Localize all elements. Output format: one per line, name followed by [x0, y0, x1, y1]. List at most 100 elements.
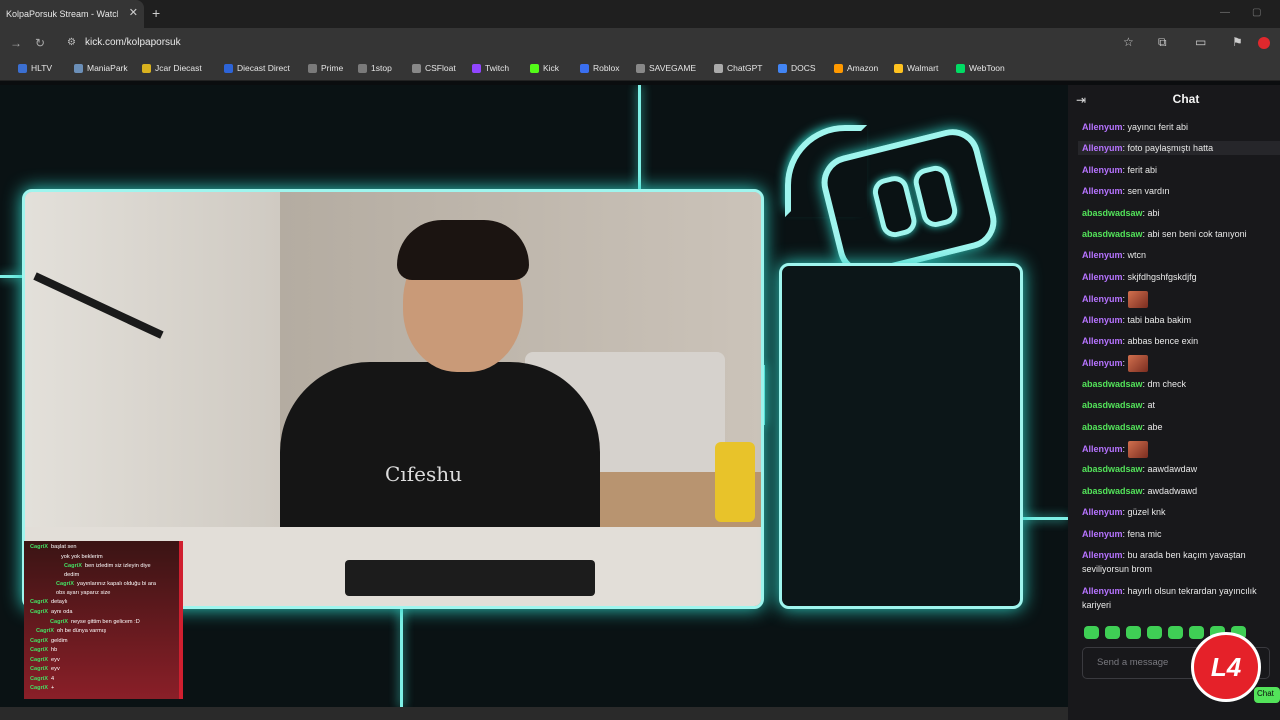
bookmark-webtoon[interactable]: WebToon: [956, 63, 1005, 73]
chat-username[interactable]: Allenyum: [1082, 586, 1123, 596]
chat-username[interactable]: Allenyum: [1082, 550, 1123, 560]
new-tab-icon[interactable]: +: [152, 5, 160, 21]
neon-line: [638, 85, 641, 189]
chat-message[interactable]: abasdwadsaw: abi sen beni cok tanıyoni: [1082, 227, 1272, 241]
chat-message[interactable]: Allenyum: yayıncı ferit abi: [1082, 120, 1272, 134]
chat-username[interactable]: abasdwadsaw: [1082, 400, 1143, 410]
overlay-chat-line: yok yok beklerim: [58, 553, 103, 562]
player-bottom-strip: [0, 707, 1068, 720]
chat-header: ⇥ Chat: [1068, 85, 1280, 113]
chat-message[interactable]: abasdwadsaw: abe: [1082, 420, 1272, 434]
bookmark-jcar-diecast[interactable]: Jcar Diecast: [142, 63, 202, 73]
chat-message[interactable]: Allenyum: skjfdhgshfgskdjfg: [1082, 270, 1272, 284]
chat-username[interactable]: Allenyum: [1082, 315, 1123, 325]
bookmark-amazon[interactable]: Amazon: [834, 63, 878, 73]
chat-message[interactable]: abasdwadsaw: at: [1082, 398, 1272, 412]
chat-username[interactable]: abasdwadsaw: [1082, 229, 1143, 239]
emote-icon[interactable]: [1189, 626, 1204, 639]
bookmark-walmart[interactable]: Walmart: [894, 63, 938, 73]
tab-close-icon[interactable]: ✕: [129, 6, 138, 19]
chat-username[interactable]: Allenyum: [1082, 186, 1123, 196]
chat-message[interactable]: Allenyum:: [1082, 441, 1272, 458]
chat-message[interactable]: Allenyum:: [1082, 355, 1272, 373]
bookmark-roblox[interactable]: Roblox: [580, 63, 619, 73]
chat-username[interactable]: Allenyum: [1082, 294, 1123, 304]
chat-message[interactable]: Allenyum: wtcn: [1082, 248, 1272, 262]
emote-image: [1127, 291, 1148, 309]
chat-message[interactable]: Allenyum: bu arada ben kaçım yavaştan se…: [1082, 548, 1272, 576]
chat-text: güzel knk: [1127, 507, 1166, 518]
emote-icon[interactable]: [1147, 626, 1162, 639]
extensions-icon[interactable]: ⧉: [1158, 35, 1167, 50]
chat-username[interactable]: Allenyum: [1082, 272, 1123, 282]
chat-username[interactable]: abasdwadsaw: [1082, 486, 1143, 496]
bookmark-label: HLTV: [31, 63, 53, 73]
chat-username[interactable]: Allenyum: [1082, 358, 1123, 368]
tab-active[interactable]: KolpaPorsuk Stream - Watch Live ✕: [0, 0, 144, 28]
chat-message[interactable]: Allenyum:: [1082, 291, 1272, 309]
bookmark-label: Twitch: [485, 63, 510, 73]
chat-username[interactable]: Allenyum: [1082, 250, 1123, 260]
emote-image: [1127, 355, 1148, 373]
bookmark-prime[interactable]: Prime: [308, 63, 343, 73]
minimize-icon[interactable]: —: [1220, 7, 1230, 18]
chat-message[interactable]: Allenyum: foto paylaşmıştı hatta: [1078, 141, 1280, 156]
overlay-chat-text: hb: [51, 647, 58, 653]
bookmark-maniapark[interactable]: ManiaPark: [74, 63, 128, 73]
chat-username[interactable]: abasdwadsaw: [1082, 464, 1143, 474]
side-panel-frame: [779, 263, 1023, 609]
chat-message[interactable]: Allenyum: ferit abi: [1082, 163, 1272, 177]
overlay-chat-user: CagriX: [30, 676, 49, 682]
chat-username[interactable]: abasdwadsaw: [1082, 208, 1143, 218]
flag-icon[interactable]: ⚑: [1232, 35, 1243, 49]
chat-username[interactable]: Allenyum: [1082, 165, 1123, 175]
bookmark-twitch[interactable]: Twitch: [472, 63, 509, 73]
emote-icon[interactable]: [1168, 626, 1183, 639]
emote-icon[interactable]: [1126, 626, 1141, 639]
stream-chat-overlay: CagriX başlat sen yok yok beklerim CagriX be…: [24, 541, 183, 699]
chat-username[interactable]: abasdwadsaw: [1082, 379, 1143, 389]
chat-text: yayıncı ferit abi: [1127, 122, 1189, 132]
emote-icon[interactable]: [1084, 626, 1099, 639]
overlay-chat-user: CagriX: [36, 628, 55, 634]
bookmark-chatgpt[interactable]: ChatGPT: [714, 63, 762, 73]
bookmark-csfloat[interactable]: CSFloat: [412, 63, 456, 73]
chat-username[interactable]: Allenyum: [1082, 529, 1123, 539]
chat-username[interactable]: Allenyum: [1082, 444, 1123, 454]
overlay-chat-line: CagriX eyv: [30, 656, 60, 665]
chat-message[interactable]: abasdwadsaw: abi: [1082, 206, 1272, 220]
chat-username[interactable]: Allenyum: [1082, 507, 1123, 517]
back-icon[interactable]: →: [10, 36, 22, 50]
maximize-icon[interactable]: ▢: [1252, 7, 1261, 18]
profile-avatar[interactable]: [1258, 37, 1270, 49]
bookmark-kick[interactable]: Kick: [530, 63, 559, 73]
bookmark-savegame[interactable]: SAVEGAME: [636, 63, 696, 73]
emote-icon[interactable]: [1105, 626, 1120, 639]
chat-username[interactable]: Allenyum: [1082, 336, 1123, 346]
bookmark-1stop[interactable]: 1stop: [358, 63, 392, 73]
chat-message[interactable]: Allenyum: fena mic: [1082, 527, 1272, 541]
chat-username[interactable]: Allenyum: [1082, 122, 1123, 132]
overlay-chat-line: CagriX detaylı: [30, 598, 68, 607]
chat-text: aawdawdaw: [1147, 464, 1198, 475]
chat-message[interactable]: abasdwadsaw: awdadwawd: [1082, 484, 1272, 498]
address-bar[interactable]: kick.com/kolpaporsuk: [85, 37, 181, 48]
chat-send-button[interactable]: Chat: [1254, 687, 1280, 703]
chat-message[interactable]: Allenyum: abbas bence exin: [1082, 334, 1272, 348]
bookmark-favicon-icon: [18, 63, 27, 73]
chat-message[interactable]: Allenyum: hayırlı olsun tekrardan yayınc…: [1082, 584, 1272, 612]
bookmark-hltv[interactable]: HLTV: [18, 63, 52, 73]
chat-username[interactable]: abasdwadsaw: [1082, 422, 1143, 432]
chat-message[interactable]: abasdwadsaw: dm check: [1082, 377, 1272, 391]
chat-username[interactable]: Allenyum: [1082, 143, 1123, 153]
bookmark-docs[interactable]: DOCS: [778, 63, 816, 73]
bookmark-diecast-direct[interactable]: Diecast Direct: [224, 63, 290, 73]
cast-icon[interactable]: ▭: [1195, 35, 1206, 49]
reload-icon[interactable]: ↻: [35, 36, 45, 50]
chat-message[interactable]: Allenyum: tabi baba bakim: [1082, 313, 1272, 327]
chat-message[interactable]: Allenyum: sen vardın: [1082, 184, 1272, 198]
site-info-icon[interactable]: ⚙: [67, 37, 76, 48]
bookmark-star-icon[interactable]: ☆: [1123, 35, 1134, 49]
chat-message[interactable]: Allenyum: güzel knk: [1082, 505, 1272, 519]
chat-message[interactable]: abasdwadsaw: aawdawdaw: [1082, 462, 1272, 476]
